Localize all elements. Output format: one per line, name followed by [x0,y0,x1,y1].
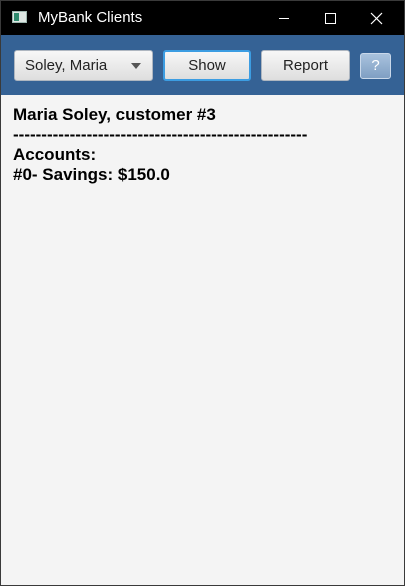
help-button[interactable]: ? [360,53,391,79]
customer-header: Maria Soley, customer #3 [13,105,216,124]
close-icon [370,12,383,25]
minimize-icon [279,18,289,19]
accounts-label: Accounts: [13,145,97,164]
app-icon [12,11,27,23]
client-select[interactable]: Soley, Maria [14,50,153,81]
maximize-icon [325,13,336,24]
close-button[interactable] [353,1,399,35]
window-title: MyBank Clients [38,9,143,26]
minimize-button[interactable] [261,1,307,35]
account-item: #0- Savings: $150.0 [13,165,170,184]
client-details: Maria Soley, customer #3 ---------------… [13,105,307,185]
client-select-value: Soley, Maria [25,57,108,74]
chevron-down-icon [131,63,141,69]
report-button[interactable]: Report [261,50,350,81]
app-window: MyBank Clients Soley, Maria Show Report … [0,0,405,586]
toolbar: Soley, Maria Show Report ? [1,35,404,95]
title-bar: MyBank Clients [1,1,404,35]
show-button[interactable]: Show [163,50,251,81]
separator-line: ----------------------------------------… [13,125,308,144]
maximize-button[interactable] [307,1,353,35]
